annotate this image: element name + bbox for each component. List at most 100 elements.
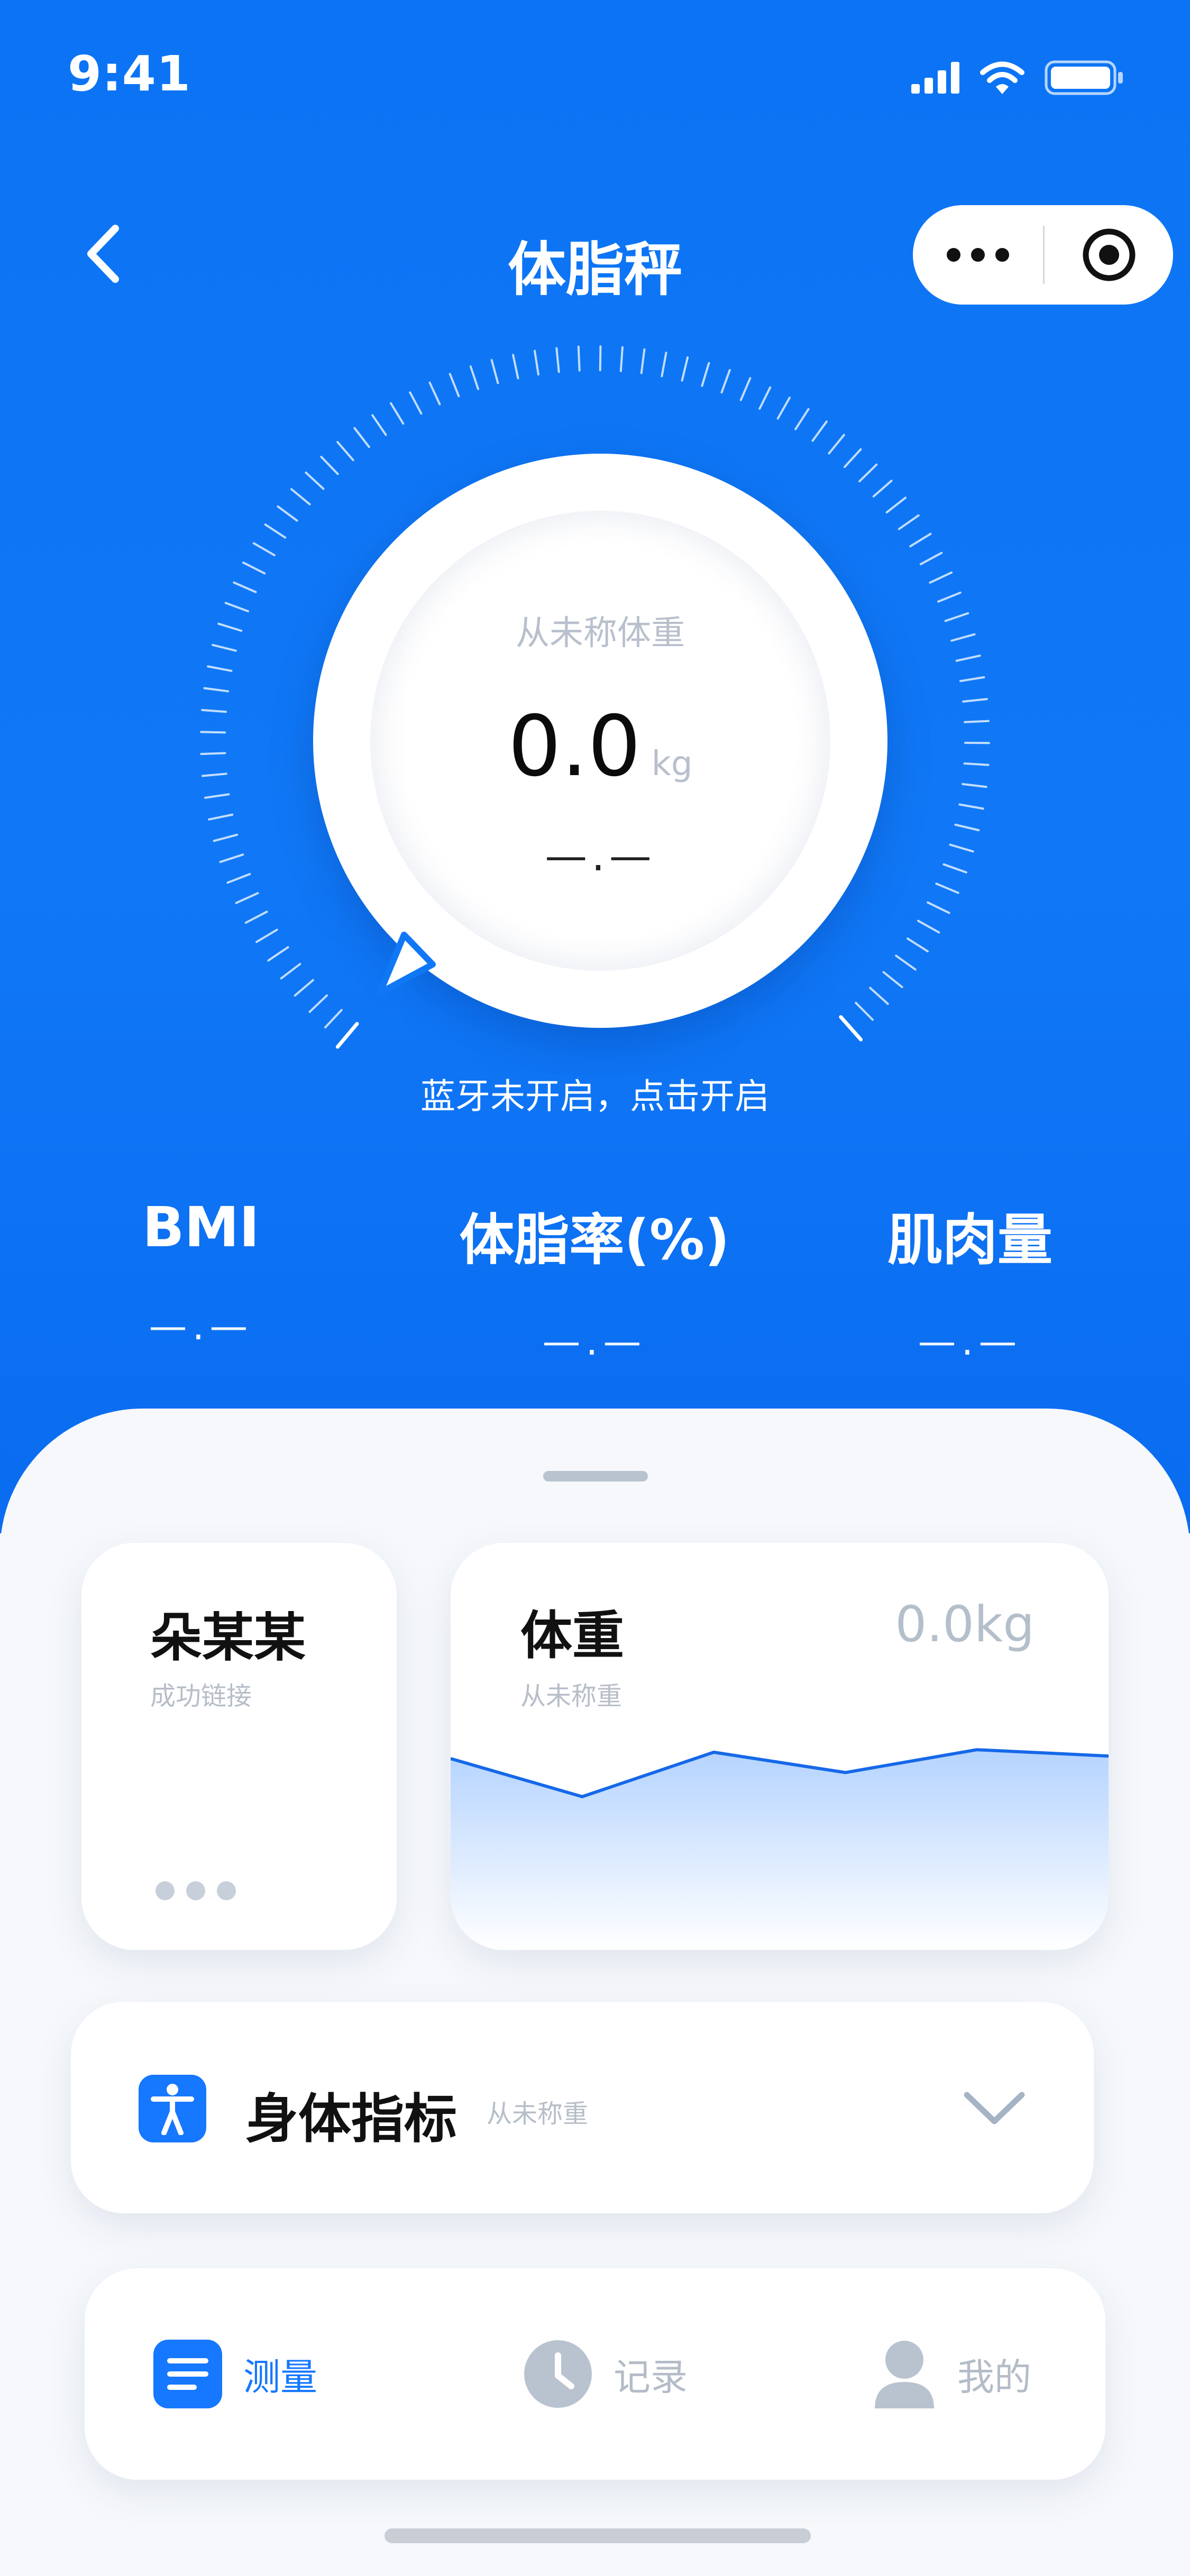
gauge-tick <box>858 463 878 483</box>
gauge-tick <box>619 346 624 372</box>
bluetooth-prompt[interactable]: 蓝牙未开启，点击开启 <box>0 1068 1190 1119</box>
gauge-tick <box>839 1015 863 1042</box>
device-more-icon[interactable] <box>155 1881 236 1900</box>
gauge-tick <box>950 633 976 642</box>
dial-pointer-icon <box>377 932 436 996</box>
gauge-tick <box>895 954 917 971</box>
gauge-tick <box>202 772 227 777</box>
gauge-tick <box>640 348 646 374</box>
gauge-tick <box>855 1001 874 1021</box>
gauge-tick <box>353 427 370 448</box>
gauge-tick <box>937 591 962 603</box>
dot-icon <box>217 1881 236 1900</box>
weight-card[interactable]: 体重 从未称重 0.0kg <box>451 1543 1109 1950</box>
gauge-tick <box>200 752 226 756</box>
gauge-tick <box>534 349 539 376</box>
gauge-tick <box>490 359 499 384</box>
gauge-tick <box>958 803 984 810</box>
metric-value: —.— <box>542 1319 647 1364</box>
gauge-tick <box>235 892 259 904</box>
device-name: 朵某某 <box>150 1608 306 1668</box>
gauge-tick <box>942 863 967 873</box>
gauge-tick <box>242 562 266 575</box>
gauge-tick <box>872 480 893 498</box>
gauge-tick <box>963 762 990 766</box>
gauge-tick <box>794 408 810 430</box>
gauge-tick <box>252 542 276 556</box>
gauge-tick <box>927 901 950 914</box>
dot-icon <box>186 1881 205 1900</box>
gauge-tick <box>204 793 230 799</box>
body-metrics-subtitle: 从未称重 <box>487 2099 589 2129</box>
gauge-tick <box>308 994 328 1013</box>
metric-label: 体脂率(%) <box>459 1208 730 1272</box>
gauge-tick <box>212 643 237 652</box>
device-card[interactable]: 朵某某 成功链接 <box>81 1543 397 1950</box>
gauge-tick <box>207 665 233 672</box>
gauge-tick <box>720 369 731 394</box>
gauge-tick <box>885 496 907 514</box>
scale-page: 9:41 体脂秤 从未称体重 0.0 kg —.— 蓝牙未开启，点击开启 BMI… <box>0 0 1190 2576</box>
weight-card-subtitle: 从未称重 <box>520 1681 623 1711</box>
tab-mine[interactable]: 我的 <box>873 2268 1031 2480</box>
gauge-tick <box>944 612 969 622</box>
gauge-hint: 从未称体重 <box>516 614 685 653</box>
body-metrics-card[interactable]: 身体指标 从未称重 <box>71 2002 1094 2213</box>
body-metrics-title: 身体指标 <box>245 2088 457 2150</box>
device-status: 成功链接 <box>150 1681 252 1711</box>
chevron-down-icon[interactable] <box>963 2081 1026 2134</box>
trend-area <box>451 1750 1109 1950</box>
tab-label: 测量 <box>243 2355 317 2399</box>
tab-label: 我的 <box>957 2355 1031 2399</box>
gauge-tick <box>828 434 845 455</box>
tab-measure[interactable]: 测量 <box>153 2268 317 2480</box>
gauge-tick <box>962 698 988 703</box>
gauge-tick <box>949 843 974 853</box>
gauge-tick <box>255 928 278 943</box>
gauge-tick <box>267 946 289 962</box>
gauge-tick <box>320 456 339 475</box>
home-indicator <box>385 2528 811 2543</box>
gauge-tick <box>577 345 581 372</box>
gauge-tick <box>469 365 480 390</box>
gauge-tick <box>335 1022 359 1049</box>
gauge-tick <box>233 581 257 593</box>
gauge-tick <box>390 402 405 425</box>
gauge-tick <box>758 386 772 410</box>
tab-records[interactable]: 记录 <box>524 2268 688 2480</box>
sheet-drag-handle[interactable] <box>543 1471 648 1482</box>
weight-readout: 0.0 kg <box>370 698 830 795</box>
body-figure-icon <box>139 2075 206 2142</box>
gauge-tick <box>371 414 387 436</box>
gauge-tick <box>955 655 981 662</box>
gauge-tick <box>882 971 903 988</box>
gauge-tick <box>280 963 301 980</box>
gauge-tick <box>512 354 519 380</box>
gauge-tick <box>929 571 953 584</box>
gauge-tick <box>844 448 862 468</box>
metric-value: —.— <box>918 1319 1022 1364</box>
gauge-tick <box>217 622 243 632</box>
weight-value: 0.0 <box>508 698 641 795</box>
weight-card-title: 体重 <box>520 1606 625 1666</box>
gauge-tick <box>277 505 298 522</box>
gauge-tick <box>954 823 980 832</box>
metric-value: —.— <box>149 1304 253 1348</box>
gauge-tick <box>909 532 932 548</box>
tab-label: 记录 <box>614 2355 688 2399</box>
metric-muscle: 肌肉量 —.— <box>811 1195 1129 1364</box>
metric-label: 肌肉量 <box>887 1208 1052 1272</box>
clock-icon <box>524 2340 592 2408</box>
gauge-tick <box>208 813 234 821</box>
gauge-tick <box>201 709 227 713</box>
gauge-sub-value: —.— <box>545 831 656 880</box>
gauge-tick <box>428 381 441 406</box>
gauge-tick <box>701 362 710 387</box>
gauge-tick <box>917 919 940 934</box>
gauge-tick <box>811 420 828 442</box>
gauge-tick <box>739 377 752 401</box>
metric-body-fat: 体脂率(%) —.— <box>436 1195 753 1364</box>
gauge-tick <box>294 979 314 997</box>
metric-bmi: BMI —.— <box>42 1195 360 1348</box>
gauge-tick <box>290 488 311 505</box>
